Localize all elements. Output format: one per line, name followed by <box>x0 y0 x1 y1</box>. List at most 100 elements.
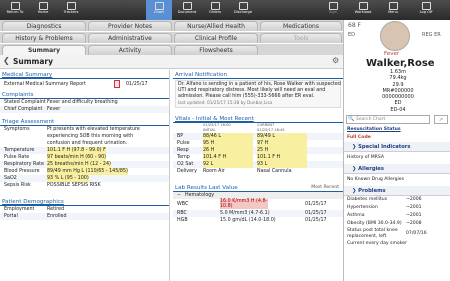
home-button[interactable]: Home <box>30 0 56 20</box>
problem-item: Hypertension ~2001 <box>347 205 422 210</box>
tab-provider-notes[interactable]: Provider Notes <box>88 21 172 31</box>
tab-tools[interactable]: Tools <box>260 33 342 43</box>
tab-row-2: History & Problems Administrative Clinic… <box>0 32 343 43</box>
medical-summary-heading[interactable]: Medical Summary <box>0 70 169 79</box>
workload-button[interactable]: Workload <box>350 0 376 20</box>
tab-history-problems[interactable]: History & Problems <box>2 33 86 43</box>
problem-item: Current every day smoker <box>347 241 407 246</box>
problem-item: Asthma ~2001 <box>347 213 422 218</box>
triage-row: Blood Pressure 89/49 mm Hg L (110/65 - 14… <box>4 168 128 175</box>
document-icon <box>182 2 192 10</box>
vitals-row: O2 Sat 92 L 93 L <box>173 161 343 168</box>
tab-row-1: Diagnostics Provider Notes Nurse/Allied … <box>0 20 343 31</box>
special-indicators-heading[interactable]: ❯ Special Indicators <box>344 142 450 152</box>
tab-summary[interactable]: Summary <box>2 45 86 55</box>
hematology-group[interactable]: − Hematology <box>173 192 343 199</box>
return-icon <box>10 2 20 10</box>
orders-button[interactable]: Orders <box>202 0 228 20</box>
menu-icon <box>388 2 398 10</box>
patient-first-complaint: Fever <box>384 51 400 57</box>
tab-medications[interactable]: Medications <box>260 21 342 31</box>
chevron-icon: ❯ <box>352 144 357 150</box>
trackers-button[interactable]: Trackers <box>58 0 84 20</box>
patient-sidebar: 68 F ED REG ER Fever Walker,Rose 1.63m 7… <box>343 20 450 281</box>
tab-activity[interactable]: Activity <box>88 45 172 55</box>
return-to-button[interactable]: Return To <box>2 0 28 20</box>
patient-ed: ED <box>348 32 356 38</box>
problems-heading[interactable]: ❯ Problems <box>344 186 450 196</box>
vitals-row: Delivery Room Air Nasal Cannula <box>177 169 292 174</box>
sidebar-sections: Resuscitation Status Full Code ❯ Special… <box>344 126 450 248</box>
demographics-heading[interactable]: Patient Demographics <box>0 197 169 206</box>
left-column: Medical Summary External Medical Summary… <box>0 70 170 281</box>
allergy-item: No Known Drug Allergies <box>347 177 405 182</box>
orders-icon <box>210 2 220 10</box>
search-icon: 🔍 <box>348 116 355 122</box>
middle-column: Arrival Notification Dr. Alfano is sendi… <box>173 70 343 281</box>
discharge-icon <box>238 2 248 10</box>
triage-row: SaO2 93 % L (95 - 100) <box>0 175 169 182</box>
complaint-row: Chief Complaint Fever <box>0 106 169 113</box>
expand-minus-icon: − <box>177 193 182 198</box>
page-title: Summary <box>13 57 54 66</box>
chevron-icon: ❯ <box>352 188 357 194</box>
triage-row: Respiratory Rate 25 breaths/min H (12 - 2… <box>0 161 169 168</box>
gear-icon[interactable]: ⚙ <box>332 56 339 65</box>
problem-item: Diabetes mellitus ~2006 <box>347 197 422 202</box>
trackers-icon <box>66 2 76 10</box>
patient-name: Walker,Rose <box>366 58 435 69</box>
allergies-heading[interactable]: ❯ Allergies <box>344 164 450 174</box>
lab-row: WBC 16.0 K/mm3 H (4.8-10.8) 01/25/17 <box>177 199 327 209</box>
trend-icon[interactable]: ↗ <box>434 115 448 124</box>
problem-item: Obesity (BMI 30.0-34.9) ~2008 <box>347 221 422 226</box>
special-indicator-item: History of MRSA <box>347 155 384 160</box>
resuscitation-status-label[interactable]: Resuscitation Status <box>344 126 450 134</box>
vitals-row: BP 88/46 L 89/49 L <box>173 133 343 140</box>
tab-row-3: Summary Activity Flowsheets <box>0 44 343 55</box>
sign-button[interactable]: Sign <box>320 0 346 20</box>
triage-row: Sepsis Risk POSSIBLE SEPSIS RISK <box>4 183 101 188</box>
arrival-heading: Arrival Notification <box>173 70 343 79</box>
sign-icon <box>328 2 338 10</box>
discharge-button[interactable]: Discharge <box>230 0 256 20</box>
tab-flowsheets[interactable]: Flowsheets <box>174 45 258 55</box>
vitals-column-headers: 01/25/17 16:00 INITIAL CURRENT 01/25/17 … <box>203 123 285 132</box>
patient-age-sex: 68 F <box>348 22 361 29</box>
log-off-icon <box>421 2 431 10</box>
chart-icon <box>154 2 164 10</box>
lab-row: RBC 5.0 M/mm3 (4.7-6.1) 01/25/17 <box>173 210 343 217</box>
chevron-icon: ❯ <box>352 166 357 172</box>
triage-row: Pulse Rate 97 beats/min H (60 - 90) <box>4 154 106 161</box>
patient-details: 1.63m 79.4kg 29.9 MR#000000 0000000000 E… <box>382 69 414 113</box>
pdf-icon[interactable] <box>114 80 120 88</box>
demographics-row: Employment Retired <box>4 207 65 212</box>
vitals-row: Pulse 95 H 97 H <box>173 140 343 147</box>
patient-reg: REG ER <box>422 32 441 38</box>
problem-item: Status post total knee replacement, left… <box>347 228 427 239</box>
search-chart-input[interactable]: Search Chart <box>346 115 430 124</box>
lab-row: HGB 15.0 gm/dL (14.0-18.0) 01/25/17 <box>177 218 327 223</box>
triage-heading: Triage Assessment <box>0 117 169 126</box>
vitals-row: Resp 26 H 25 H <box>173 147 343 154</box>
medical-summary-row[interactable]: External Medical Summary Report 01/25/17 <box>0 79 169 90</box>
document-button[interactable]: Document <box>174 0 200 20</box>
tab-diagnostics[interactable]: Diagnostics <box>2 21 86 31</box>
complaint-row: Stated Complaint Fever and difficulty bre… <box>4 100 118 105</box>
tab-clinical-profile[interactable]: Clinical Profile <box>174 33 258 43</box>
top-toolbar: Return To Home Trackers Chart Document O… <box>0 0 450 20</box>
demographics-row: Portal Enrolled <box>0 213 169 220</box>
patient-photo <box>380 21 410 51</box>
log-off-button[interactable]: Log Off <box>410 0 442 20</box>
labs-heading: Lab Results Last Value Most Recent <box>173 183 343 192</box>
collapse-chevron-icon[interactable]: ❮ <box>3 56 10 65</box>
tab-nurse-allied-health[interactable]: Nurse/Allied Health <box>174 21 258 31</box>
menu-button[interactable]: Menu <box>380 0 406 20</box>
full-code-label: Full Code <box>347 135 371 140</box>
tab-administrative[interactable]: Administrative <box>88 33 172 43</box>
home-icon <box>38 2 48 10</box>
workload-icon <box>358 2 368 10</box>
complaints-heading: Complaints <box>0 90 169 99</box>
chart-button[interactable]: Chart <box>146 0 172 20</box>
vitals-heading[interactable]: Vitals - Initial & Most Recent <box>173 114 343 123</box>
triage-row: Temperature 101.1 F H (97.8 - 99.0) F <box>0 147 169 154</box>
